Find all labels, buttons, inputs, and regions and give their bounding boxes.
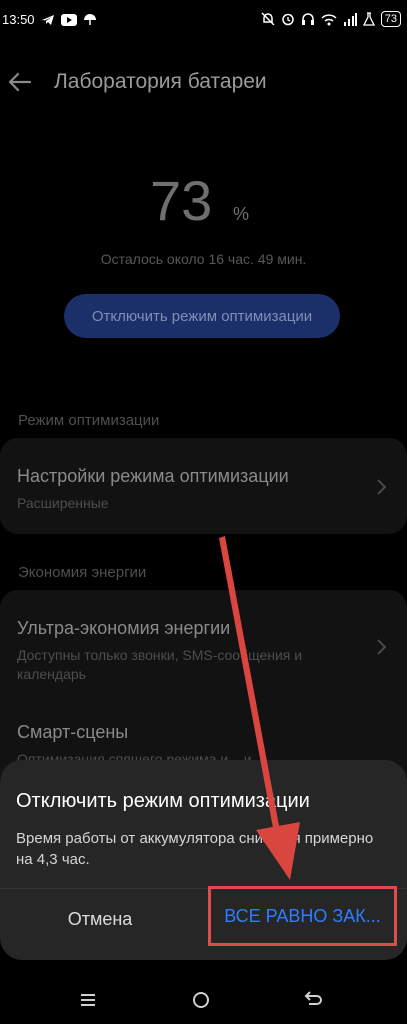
status-bar: 13:50 73	[0, 0, 407, 44]
confirm-anyway-button[interactable]: ВСЕ РАВНО ЗАК...	[208, 886, 397, 946]
headphones-icon	[301, 13, 314, 25]
back-icon[interactable]	[301, 988, 325, 1012]
remaining-time: Осталось около 16 час. 49 мин.	[100, 251, 307, 267]
app-bar: Лаборатория батареи	[0, 58, 407, 106]
alarm-icon	[282, 13, 294, 26]
signal-icon	[343, 12, 357, 26]
list-item-optimization-settings[interactable]: Настройки режима оптимизации Расширенные	[0, 438, 407, 534]
menu-icon[interactable]	[76, 988, 100, 1012]
back-arrow-icon[interactable]	[6, 68, 34, 96]
status-left: 13:50	[2, 12, 97, 27]
navigation-bar	[0, 980, 407, 1024]
item-title: Ультра-экономия энергии	[17, 618, 231, 638]
item-title: Настройки режима оптимизации	[17, 466, 289, 486]
wifi-icon	[321, 13, 337, 25]
dialog-title: Отключить режим оптимизации	[16, 790, 310, 812]
umbrella-icon	[83, 13, 96, 25]
disable-optimization-button[interactable]: Отключить режим оптимизации	[64, 294, 340, 338]
percent-sign: %	[233, 204, 250, 224]
telegram-icon	[41, 14, 54, 25]
dialog-message: Время работы от аккумулятора снизится пр…	[16, 830, 374, 868]
chevron-right-icon	[377, 479, 387, 495]
section-header-energy: Экономия энергии	[18, 564, 147, 581]
item-subtitle: Доступны только звонки, SMS-сообщения и …	[17, 647, 303, 682]
chevron-right-icon	[377, 639, 387, 655]
status-time: 13:50	[2, 12, 35, 27]
confirm-dialog: Отключить режим оптимизации Время работы…	[0, 760, 407, 960]
status-right: 73	[261, 11, 401, 27]
lab-icon	[362, 12, 375, 26]
home-icon[interactable]	[189, 988, 213, 1012]
mute-icon	[261, 12, 275, 26]
section-header-optimization: Режим оптимизации	[18, 412, 160, 429]
youtube-icon	[60, 13, 77, 26]
battery-icon: 73	[380, 11, 401, 27]
list-item-ultra-saving[interactable]: Ультра-экономия энергии Доступны только …	[0, 590, 407, 700]
item-title: Смарт-сцены	[17, 722, 129, 742]
page-title: Лаборатория батареи	[54, 70, 267, 93]
battery-percent: 73	[150, 169, 213, 232]
cancel-button[interactable]: Отмена	[0, 890, 200, 948]
optimization-card: Настройки режима оптимизации Расширенные	[0, 438, 407, 534]
item-subtitle: Расширенные	[17, 495, 109, 511]
